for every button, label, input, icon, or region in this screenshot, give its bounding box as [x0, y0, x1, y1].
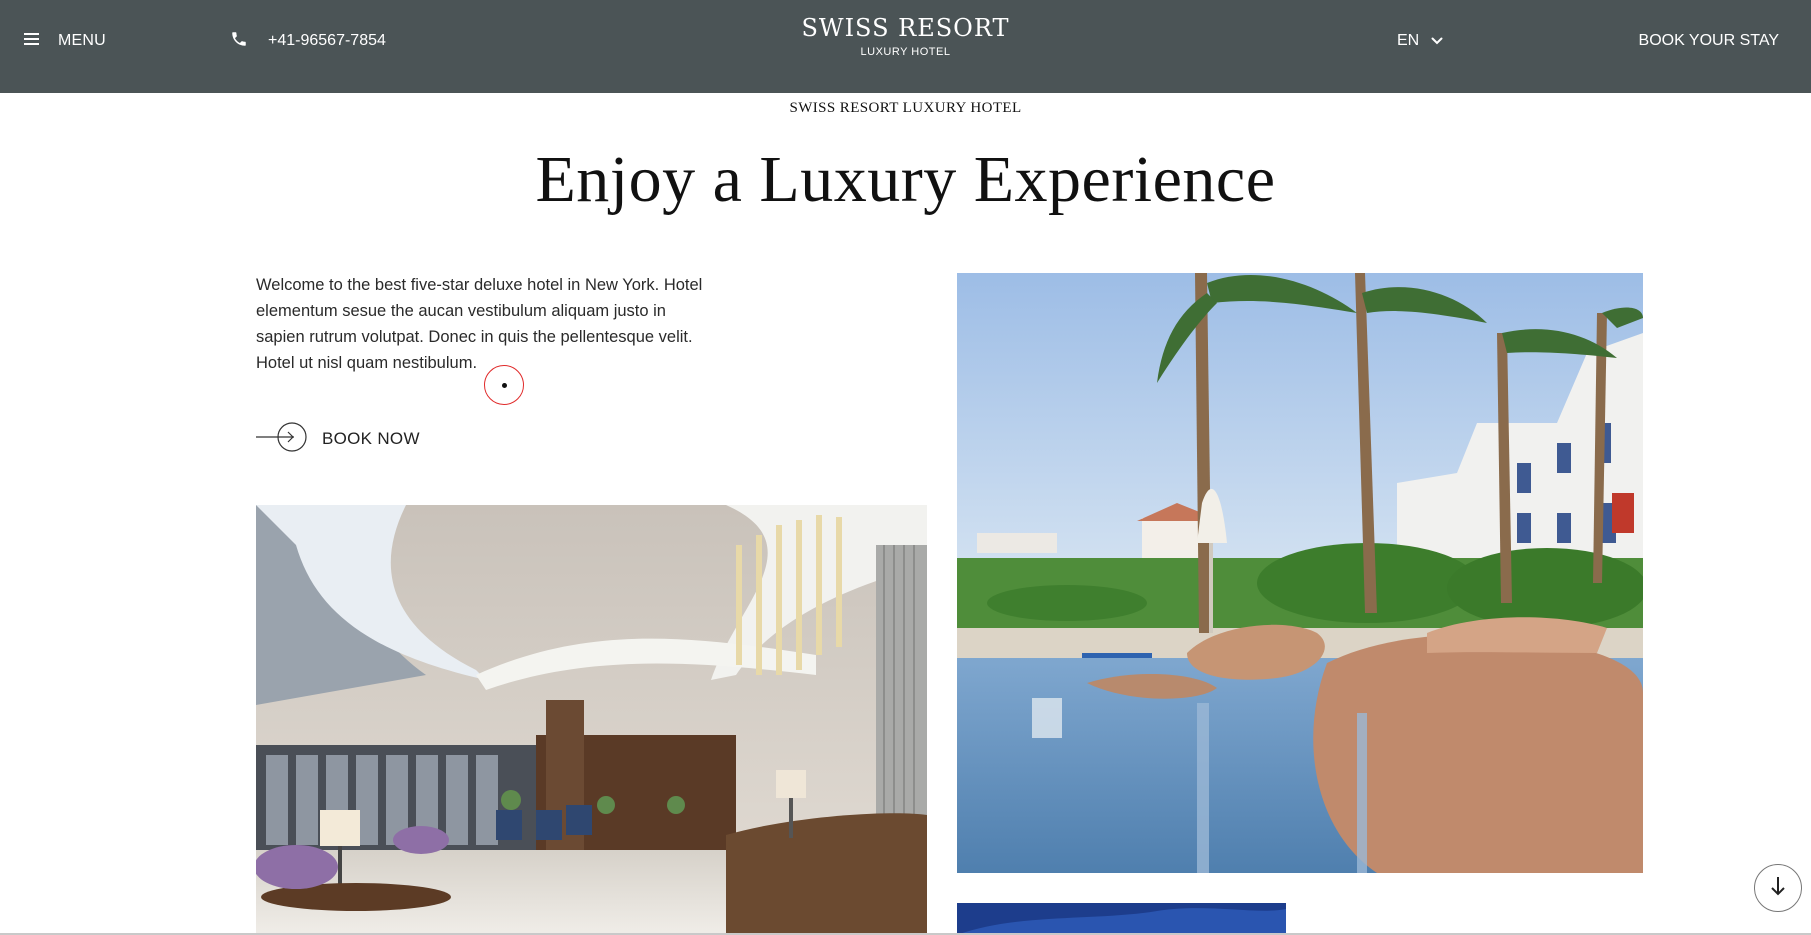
book-now-button[interactable]: BOOK NOW: [256, 421, 420, 457]
intro-paragraph: Welcome to the best five-star deluxe hot…: [256, 276, 703, 372]
arrow-down-icon: [1769, 875, 1787, 902]
chevron-down-icon: [1431, 32, 1443, 50]
book-now-label: BOOK NOW: [322, 429, 420, 448]
scroll-down-button[interactable]: [1754, 864, 1802, 912]
phone-icon: [230, 30, 248, 53]
hamburger-icon: [24, 32, 40, 51]
cursor-indicator: [484, 365, 524, 405]
menu-label: MENU: [58, 32, 106, 49]
resort-pool-image: [957, 273, 1643, 873]
site-header: MENU +41-96567-7854 SWISS RESORT LUXURY …: [0, 0, 1811, 93]
arrow-right-circle-icon: [256, 421, 308, 457]
night-sky-image: [957, 903, 1286, 935]
menu-button[interactable]: MENU: [24, 28, 106, 54]
language-code: EN: [1397, 32, 1420, 49]
book-your-stay-button[interactable]: BOOK YOUR STAY: [1639, 28, 1779, 54]
page-title: Enjoy a Luxury Experience: [535, 143, 1276, 216]
phone-number: +41-96567-7854: [268, 32, 386, 49]
section-eyebrow: SWISS RESORT LUXURY HOTEL: [789, 100, 1022, 116]
phone-link[interactable]: +41-96567-7854: [230, 28, 386, 54]
language-selector[interactable]: EN: [1397, 28, 1443, 54]
hotel-lobby-image: [256, 505, 927, 935]
